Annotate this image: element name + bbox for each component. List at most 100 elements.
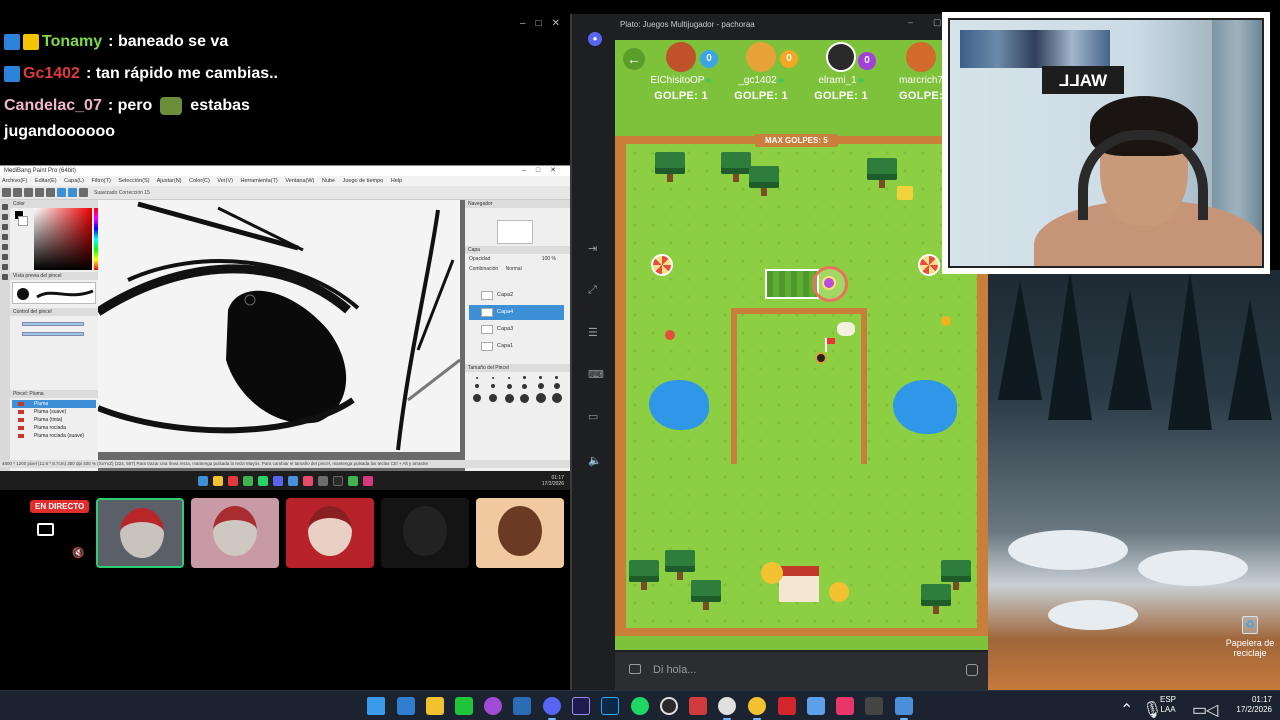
valorant-icon[interactable]	[689, 697, 707, 715]
emoji-icon[interactable]	[966, 664, 978, 676]
muted-speaker-icon[interactable]: 🔇	[72, 548, 84, 559]
brush-opacity-slider[interactable]	[22, 332, 84, 336]
menu-item-layer[interactable]: Capa(L)	[64, 178, 84, 184]
brush-size-option[interactable]	[539, 376, 543, 379]
open-file-icon[interactable]	[13, 188, 22, 197]
participant-tile[interactable]	[191, 498, 279, 568]
brush-size-option[interactable]	[491, 384, 496, 388]
brush-size-option[interactable]	[555, 376, 559, 379]
select-tool-icon[interactable]	[2, 244, 8, 250]
new-file-icon[interactable]	[2, 188, 11, 197]
brush-size-option[interactable]	[523, 376, 527, 379]
windows-start-icon[interactable]	[367, 697, 385, 715]
brush-size-option[interactable]	[537, 383, 544, 389]
spotify-icon[interactable]	[631, 697, 649, 715]
menu-item-view[interactable]: Ver(V)	[217, 178, 233, 184]
chat-username[interactable]: Gc1402	[23, 65, 80, 83]
expand-icon[interactable]: ⤢	[588, 284, 597, 297]
settings-sliders-icon[interactable]: ☰	[588, 326, 598, 339]
brush-size-option[interactable]	[473, 394, 482, 402]
obs-icon[interactable]	[718, 697, 736, 720]
hand-tool-icon[interactable]	[2, 274, 8, 280]
brush-size-slider[interactable]	[22, 322, 84, 326]
eyedropper-tool-icon[interactable]	[2, 264, 8, 270]
menu-item-window[interactable]: Ventana(W)	[285, 178, 314, 184]
label-icon[interactable]: ▭	[588, 410, 598, 423]
brush-size-option[interactable]	[553, 383, 560, 389]
app-icon[interactable]	[778, 697, 796, 715]
brush-size-option[interactable]	[522, 383, 528, 389]
layer-row[interactable]: Capa4	[469, 305, 564, 320]
eraser-tool-icon[interactable]	[2, 214, 8, 220]
app-icon[interactable]	[455, 697, 473, 715]
brush-size-option[interactable]	[520, 393, 530, 403]
menu-item-filter[interactable]: Filtro(T)	[92, 178, 111, 184]
layer-row[interactable]: Capa1	[469, 339, 564, 354]
antialias-setting[interactable]: Suavizado Corrección 15	[94, 190, 150, 196]
fill-tool-icon[interactable]	[2, 234, 8, 240]
drawing-canvas[interactable]	[98, 200, 460, 452]
opacity-value[interactable]: 100 %	[542, 256, 556, 262]
golf-ball[interactable]	[822, 276, 836, 290]
menu-item-select[interactable]: Selección(S)	[118, 178, 149, 184]
volume-icon[interactable]: 🔈	[588, 454, 602, 467]
file-explorer-icon[interactable]	[426, 697, 444, 715]
brush-size-option[interactable]	[551, 393, 562, 403]
menu-item-timelapse[interactable]: Juego de tiempo	[343, 178, 384, 184]
menu-item-cloud[interactable]: Nube	[322, 178, 335, 184]
chrome-icon[interactable]	[748, 697, 766, 720]
navigator-thumbnail[interactable]	[497, 220, 533, 244]
snap-icon[interactable]	[68, 188, 77, 197]
language-indicator[interactable]: ESP LAA	[1160, 695, 1176, 715]
text-tool-icon[interactable]	[2, 254, 8, 260]
color-picker[interactable]	[34, 208, 92, 270]
brush-item[interactable]: Pluma	[12, 400, 96, 408]
participant-tile[interactable]	[96, 498, 184, 568]
blend-select[interactable]: Normal	[506, 266, 522, 272]
redo-icon[interactable]	[46, 188, 55, 197]
epic-games-icon[interactable]	[865, 697, 883, 715]
undo-icon[interactable]	[35, 188, 44, 197]
recycle-bin-shortcut[interactable]: ♻ Papelera de reciclaje	[1222, 616, 1278, 658]
brush-tool-icon[interactable]	[2, 204, 8, 210]
menu-item-edit[interactable]: Editar(E)	[35, 178, 57, 184]
menu-item-color[interactable]: Color(C)	[189, 178, 210, 184]
brush-size-option[interactable]	[508, 376, 511, 379]
steam-icon[interactable]	[513, 697, 531, 715]
brush-mode-icon[interactable]	[57, 188, 66, 197]
chat-input[interactable]: Di hola...	[653, 664, 696, 676]
brush-size-option[interactable]	[475, 384, 480, 388]
brush-size-option[interactable]	[476, 376, 479, 379]
secondary-color-swatch[interactable]	[18, 216, 28, 226]
brush-size-option[interactable]	[506, 383, 512, 389]
app-icon[interactable]	[895, 697, 913, 720]
menu-item-help[interactable]: Help	[391, 178, 402, 184]
paint-window-controls[interactable]: –□✕	[522, 166, 566, 176]
brush-item[interactable]: Pluma (tinta)	[12, 416, 96, 424]
notes-icon[interactable]	[397, 697, 415, 715]
save-icon[interactable]	[24, 188, 33, 197]
tiktok-icon[interactable]	[836, 697, 854, 715]
screen-share-icon[interactable]	[37, 523, 54, 536]
menu-item-tool[interactable]: Herramienta(T)	[240, 178, 277, 184]
network-icon[interactable]: ▭	[1192, 700, 1207, 720]
brush-size-option[interactable]	[492, 376, 495, 379]
brush-item[interactable]: Pluma rociada	[12, 424, 96, 432]
keyboard-icon[interactable]: ⌨	[588, 368, 604, 381]
brush-size-option[interactable]	[535, 393, 546, 403]
window-controls[interactable]: –□✕	[520, 18, 570, 29]
menu-item-adjust[interactable]: Ajustar(N)	[157, 178, 182, 184]
popout-icon[interactable]: ⇥	[588, 242, 597, 255]
discord-icon[interactable]	[543, 697, 561, 720]
layer-row[interactable]: Capa3	[469, 322, 564, 337]
chat-username[interactable]: Candelac_07	[4, 97, 102, 115]
show-hidden-icons[interactable]: ⌃	[1120, 700, 1133, 720]
brush-item[interactable]: Pluma (suave)	[12, 408, 96, 416]
minigolf-game[interactable]: ← 0 ElChisitoOP GOLPE: 1 0 _gc1402 GOLPE…	[615, 40, 988, 650]
move-tool-icon[interactable]	[2, 224, 8, 230]
menu-item-file[interactable]: Archivo(F)	[2, 178, 27, 184]
ruler-icon[interactable]	[79, 188, 88, 197]
app-icon[interactable]	[807, 697, 825, 715]
volume-icon[interactable]: ◁	[1206, 700, 1218, 720]
app-icon[interactable]	[660, 697, 678, 715]
